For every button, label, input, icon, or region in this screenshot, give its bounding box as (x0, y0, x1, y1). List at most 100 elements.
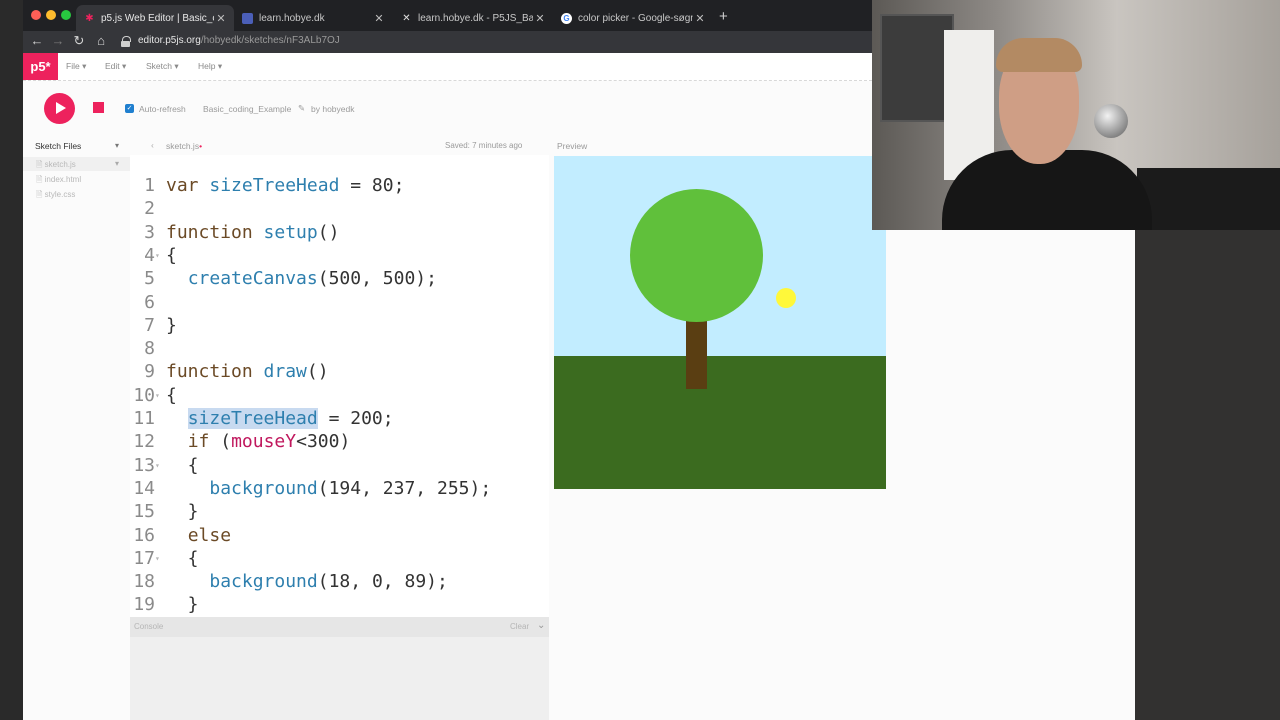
sketch-name[interactable]: Basic_coding_Example (203, 104, 291, 114)
code-line[interactable]: 3 function setup() (130, 221, 549, 244)
code-line[interactable]: 4 ▾{ (130, 244, 549, 267)
wall-screen (880, 14, 954, 122)
menu-edit[interactable]: Edit ▾ (105, 53, 126, 80)
fold-icon[interactable]: ▾ (155, 454, 165, 477)
code-line[interactable]: 7} (130, 314, 549, 337)
code-line[interactable]: 15 } (130, 500, 549, 523)
fold-icon[interactable]: ▾ (155, 384, 165, 407)
home-icon[interactable]: ⌂ (92, 32, 110, 50)
code-line[interactable]: 2 (130, 197, 549, 220)
code-editor[interactable]: 1 var sizeTreeHead = 80; 2 3 function setup(… (130, 155, 549, 617)
sofa (1137, 168, 1280, 230)
lock-icon-body (121, 41, 130, 47)
console-collapse-icon[interactable]: ⌄ (537, 620, 545, 631)
line-number: 8 (144, 338, 155, 360)
background-dark-area (1135, 230, 1280, 720)
minimize-window-button[interactable] (46, 10, 56, 20)
sketch-files-sidebar (23, 137, 130, 720)
code-text: sizeTreeHead = 200; (187, 408, 394, 429)
browser-tab-p5-editor[interactable]: ✱ p5.js Web Editor | Basic_coding ✕ (76, 5, 234, 31)
code-text: createCanvas(500, 500); (187, 268, 437, 290)
preview-grass (554, 356, 886, 489)
person-hair (996, 38, 1082, 72)
code-text: { (166, 384, 177, 406)
file-item-style-css[interactable]: 🗎 style.css (36, 189, 75, 203)
browser-tab-p5js-basics[interactable]: ✕ learn.hobye.dk - P5JS_Basics ✕ (393, 5, 553, 31)
url-path: /hobyedk/sketches/nF3ALb7OJ (200, 35, 340, 46)
close-tab-icon[interactable]: ✕ (693, 12, 707, 25)
code-line[interactable]: 10 ▾{ (130, 384, 549, 407)
sidebar-menu-icon[interactable]: ▾ (115, 141, 119, 150)
fold-icon[interactable]: ▾ (155, 244, 165, 267)
code-line[interactable]: 1 var sizeTreeHead = 80; (130, 174, 549, 197)
menu-help[interactable]: Help ▾ (198, 53, 222, 80)
p5-logo[interactable]: p5* (23, 53, 58, 80)
file-options-icon[interactable]: ▾ (115, 159, 119, 168)
menu-sketch[interactable]: Sketch ▾ (146, 53, 179, 80)
sketch-author[interactable]: by hobyedk (311, 104, 354, 114)
line-number: 1 (144, 175, 155, 196)
code-line[interactable]: 18 background(18, 0, 89); (130, 570, 549, 593)
line-number: 7 (144, 314, 155, 336)
line-number: 16 (133, 524, 155, 546)
stop-button[interactable] (93, 102, 104, 113)
code-line[interactable]: 8 (130, 337, 549, 360)
line-number: 5 (144, 268, 155, 290)
open-file-tab[interactable]: sketch.js• (166, 141, 202, 151)
code-line[interactable]: 16 else (130, 524, 549, 547)
code-text: { (166, 244, 177, 266)
file-item-index-html[interactable]: 🗎 index.html (36, 174, 81, 188)
play-button[interactable] (44, 93, 75, 124)
line-number: 9 (144, 361, 155, 383)
line-number: 10 (133, 384, 155, 406)
console-header (130, 617, 549, 637)
code-line[interactable]: 6 (130, 291, 549, 314)
code-line[interactable]: 13 ▾ { (130, 454, 549, 477)
url-host: editor.p5js.org (138, 35, 201, 46)
code-line[interactable]: 11 sizeTreeHead = 200; (130, 407, 549, 430)
reload-icon[interactable]: ↻ (70, 32, 88, 50)
code-text: function setup() (166, 221, 340, 243)
line-number: 11 (133, 408, 155, 429)
fold-icon[interactable]: ▾ (155, 547, 165, 570)
close-tab-icon[interactable]: ✕ (214, 12, 228, 25)
auto-refresh-label: Auto-refresh (139, 104, 186, 114)
collapse-sidebar-icon[interactable]: ‹ (151, 140, 154, 150)
back-icon[interactable]: ← (28, 32, 46, 50)
tree-trunk (686, 320, 707, 389)
tree-head (630, 189, 763, 322)
line-number: 13 (133, 454, 155, 476)
code-line[interactable]: 19 } (130, 593, 549, 616)
auto-refresh-checkbox[interactable]: ✓ (125, 104, 134, 113)
close-tab-icon[interactable]: ✕ (372, 12, 386, 25)
code-text: if (mouseY<300) (187, 431, 351, 453)
code-text: var sizeTreeHead = 80; (166, 175, 405, 196)
line-number: 6 (144, 291, 155, 313)
maximize-window-button[interactable] (61, 10, 71, 20)
line-number: 4 (144, 244, 155, 266)
code-text: { (166, 547, 199, 569)
forward-icon[interactable]: → (49, 32, 67, 50)
code-text: function draw() (166, 361, 329, 383)
code-line[interactable]: 14 background(194, 237, 255); (130, 477, 549, 500)
browser-tab-learn-hobye[interactable]: learn.hobye.dk ✕ (234, 5, 392, 31)
new-tab-button[interactable]: + (719, 8, 728, 25)
console-label: Console (134, 622, 164, 631)
url-field[interactable]: editor.p5js.org/hobyedk/sketches/nF3ALb7… (138, 32, 340, 50)
line-number: 17 (133, 547, 155, 569)
edit-pencil-icon[interactable]: ✎ (298, 103, 305, 114)
console-clear-button[interactable]: Clear (510, 622, 529, 631)
browser-tab-color-picker[interactable]: G color picker - Google-søgning ✕ (553, 5, 713, 31)
close-window-button[interactable] (31, 10, 41, 20)
file-item-sketch-js[interactable]: 🗎 sketch.js (36, 159, 76, 173)
code-line[interactable]: 17 ▾ { (130, 547, 549, 570)
code-line[interactable]: 12 if (mouseY<300) (130, 430, 549, 453)
code-line[interactable]: 5 createCanvas(500, 500); (130, 267, 549, 290)
menu-file[interactable]: File ▾ (66, 53, 86, 80)
line-number: 3 (144, 221, 155, 243)
preview-label: Preview (557, 141, 588, 151)
close-tab-icon[interactable]: ✕ (533, 12, 547, 25)
sketch-files-title: Sketch Files (35, 141, 82, 151)
line-number: 19 (133, 594, 155, 616)
code-line[interactable]: 9 function draw() (130, 360, 549, 383)
